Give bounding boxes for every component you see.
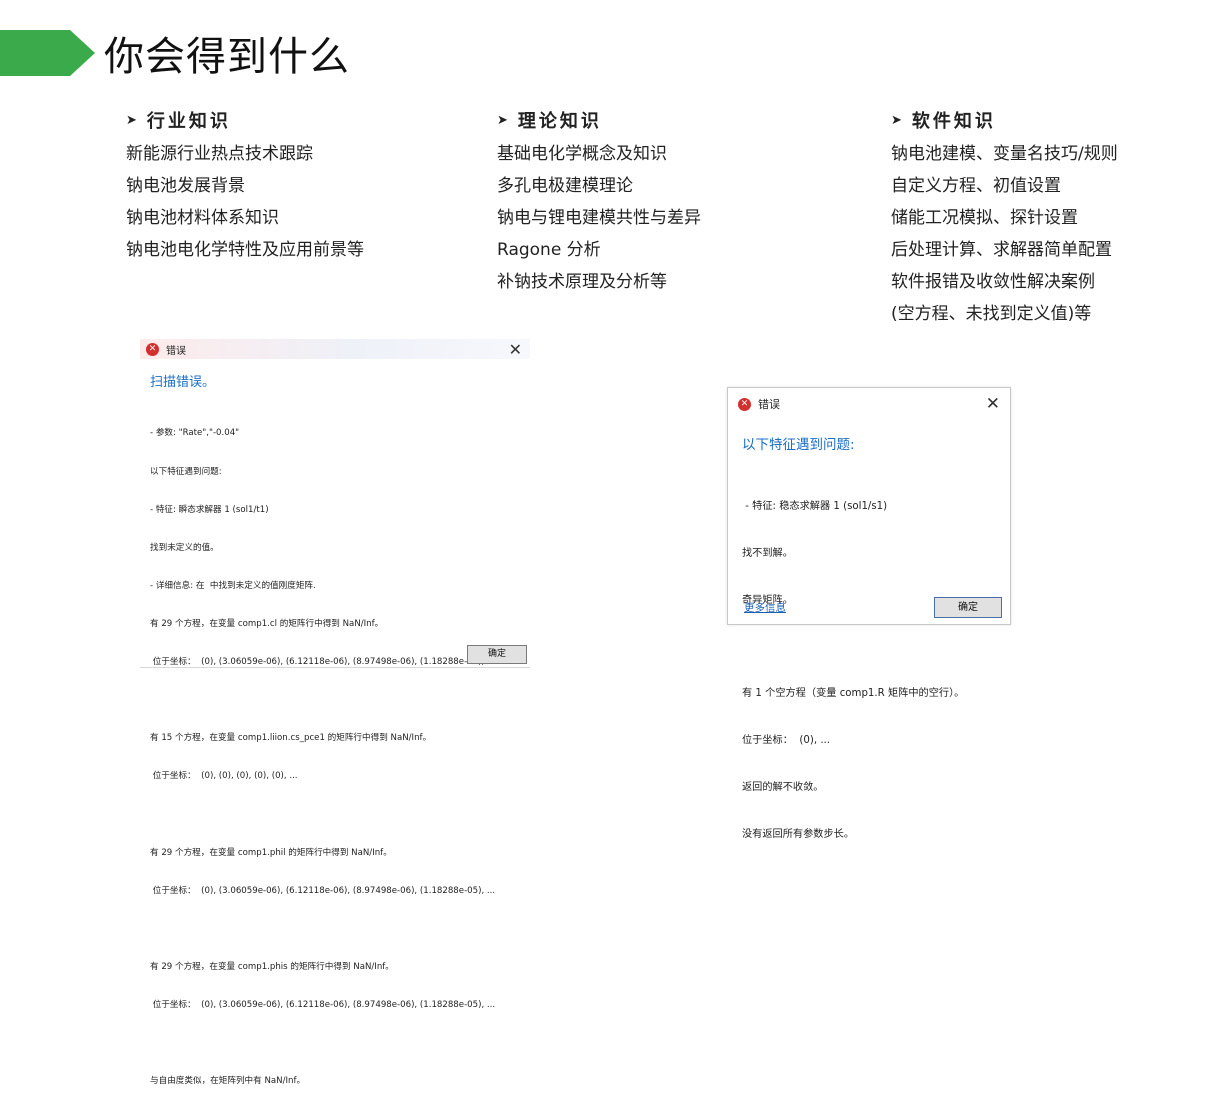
detail-line: 有 15 个方程，在变量 comp1.liion.cs_pce1 的矩阵行中得到… <box>150 733 432 744</box>
column-industry-knowledge: ➤ 行业知识 新能源行业热点技术跟踪 钠电池发展背景 钠电池材料体系知识 钠电池电… <box>126 108 364 266</box>
detail-line: 有 29 个方程，在变量 comp1.phil 的矩阵行中得到 NaN/Inf。 <box>150 847 392 858</box>
list-item: Ragone 分析 <box>497 240 601 260</box>
close-icon[interactable]: ✕ <box>986 394 1000 414</box>
column-heading: 软件知识 <box>911 111 996 132</box>
dialog-title: 错误 <box>758 398 780 411</box>
detail-line: 位于坐标： (0), (3.06059e-06), (6.12118e-06),… <box>150 885 496 896</box>
ok-button[interactable]: 确定 <box>934 597 1002 618</box>
list-item: 补钠技术原理及分析等 <box>497 272 667 292</box>
detail-line: 位于坐标： (0), ... <box>742 735 831 747</box>
column-theory-knowledge: ➤ 理论知识 基础电化学概念及知识 多孔电极建模理论 钠电与锂电建模共性与差异 R… <box>497 108 701 298</box>
page-title: 你会得到什么 <box>104 34 350 80</box>
detail-line <box>150 1037 495 1050</box>
list-item: 储能工况模拟、探针设置 <box>891 208 1078 228</box>
list-item: 钠电池电化学特性及应用前景等 <box>126 240 364 260</box>
list-item: 基础电化学概念及知识 <box>497 144 667 164</box>
dialog-details: - 参数: "Rate","-0.04" 以下特征遇到问题: - 特征: 瞬态求… <box>150 402 495 1113</box>
arrow-bullet-icon: ➤ <box>891 112 902 128</box>
list-item: 钠电池发展背景 <box>126 176 245 196</box>
divider <box>140 667 530 668</box>
column-heading: 理论知识 <box>517 111 602 132</box>
detail-line: 有 1 个空方程（变量 comp1.R 矩阵中的空行）。 <box>742 688 965 700</box>
detail-line <box>150 923 495 936</box>
error-icon: ✕ <box>738 397 751 411</box>
list-item: 钠电池建模、变量名技巧/规则 <box>891 144 1118 164</box>
list-item: (空方程、未找到定义值)等 <box>891 304 1092 324</box>
arrow-bullet-icon: ➤ <box>126 112 137 128</box>
detail-line: 没有返回所有参数步长。 <box>742 828 855 840</box>
arrow-bullet-icon: ➤ <box>497 112 508 128</box>
list-item: 软件报错及收敛性解决案例 <box>891 272 1095 292</box>
error-icon: ✕ <box>146 342 159 356</box>
column-software-knowledge: ➤ 软件知识 钠电池建模、变量名技巧/规则 自定义方程、初值设置 储能工况模拟、探… <box>891 108 1118 330</box>
detail-line: - 特征: 瞬态求解器 1 (sol1/t1) <box>150 504 269 515</box>
detail-line: 与自由度类似，在矩阵列中有 NaN/Inf。 <box>150 1076 306 1087</box>
detail-line: 位于坐标： (0), (0), (0), (0), (0), ... <box>150 771 298 782</box>
detail-line: - 参数: "Rate","-0.04" <box>150 428 240 439</box>
detail-line: 有 29 个方程，在变量 comp1.cl 的矩阵行中得到 NaN/Inf。 <box>150 618 384 629</box>
list-item: 钠电与锂电建模共性与差异 <box>497 208 701 228</box>
ok-button[interactable]: 确定 <box>467 645 527 664</box>
detail-line: 找不到解。 <box>742 547 793 559</box>
column-heading: 行业知识 <box>146 111 231 132</box>
list-item: 多孔电极建模理论 <box>497 176 633 196</box>
dialog-titlebar: ✕ 错误 ✕ <box>728 388 1010 420</box>
detail-line <box>150 809 495 822</box>
detail-line: 有 29 个方程，在变量 comp1.phis 的矩阵行中得到 NaN/Inf。 <box>150 961 394 972</box>
close-icon[interactable]: ✕ <box>509 340 522 359</box>
list-item: 自定义方程、初值设置 <box>891 176 1061 196</box>
list-item: 钠电池材料体系知识 <box>126 208 279 228</box>
detail-line: 返回的解不收敛。 <box>742 781 824 793</box>
dialog-main-message: 以下特征遇到问题: <box>742 437 855 453</box>
detail-line <box>150 694 495 707</box>
green-arrow-banner <box>0 30 95 76</box>
dialog-main-message: 扫描错误。 <box>150 375 216 390</box>
list-item: 新能源行业热点技术跟踪 <box>126 144 313 164</box>
list-item: 后处理计算、求解器简单配置 <box>891 240 1112 260</box>
more-info-link[interactable]: 更多信息 <box>744 600 786 615</box>
solver-error-dialog: ✕ 错误 ✕ 以下特征遇到问题: - 特征: 稳态求解器 1 (sol1/s1)… <box>727 387 1011 840</box>
dialog-title: 错误 <box>166 345 186 357</box>
detail-line: 以下特征遇到问题: <box>150 466 222 477</box>
detail-line: 找到未定义的值。 <box>150 542 219 553</box>
dialog-details: - 特征: 稳态求解器 1 (sol1/s1) 找不到解。 奇异矩阵。 有 1 … <box>742 468 964 873</box>
detail-line: - 特征: 稳态求解器 1 (sol1/s1) <box>742 501 888 513</box>
detail-line: 位于坐标： (0), (3.06059e-06), (6.12118e-06),… <box>150 1000 496 1011</box>
detail-line <box>742 640 964 656</box>
detail-line: - 详细信息: 在 中找到未定义的值刚度矩阵. <box>150 580 316 591</box>
dialog-titlebar: ✕ 错误 ✕ <box>140 339 530 359</box>
scan-error-dialog: ✕ 错误 ✕ 扫描错误。 - 参数: "Rate","-0.04" 以下特征遇到… <box>140 339 530 1086</box>
